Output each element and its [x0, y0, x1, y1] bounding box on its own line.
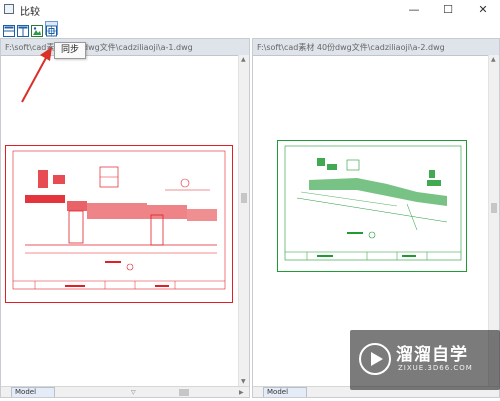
- watermark-logo: 溜溜自学 ZIXUE.3D66.COM: [350, 330, 500, 390]
- sync-tooltip: 同步: [54, 42, 86, 59]
- watermark-title: 溜溜自学: [396, 345, 468, 365]
- watermark-url: ZIXUE.3D66.COM: [398, 364, 473, 372]
- play-logo-icon: [359, 343, 391, 375]
